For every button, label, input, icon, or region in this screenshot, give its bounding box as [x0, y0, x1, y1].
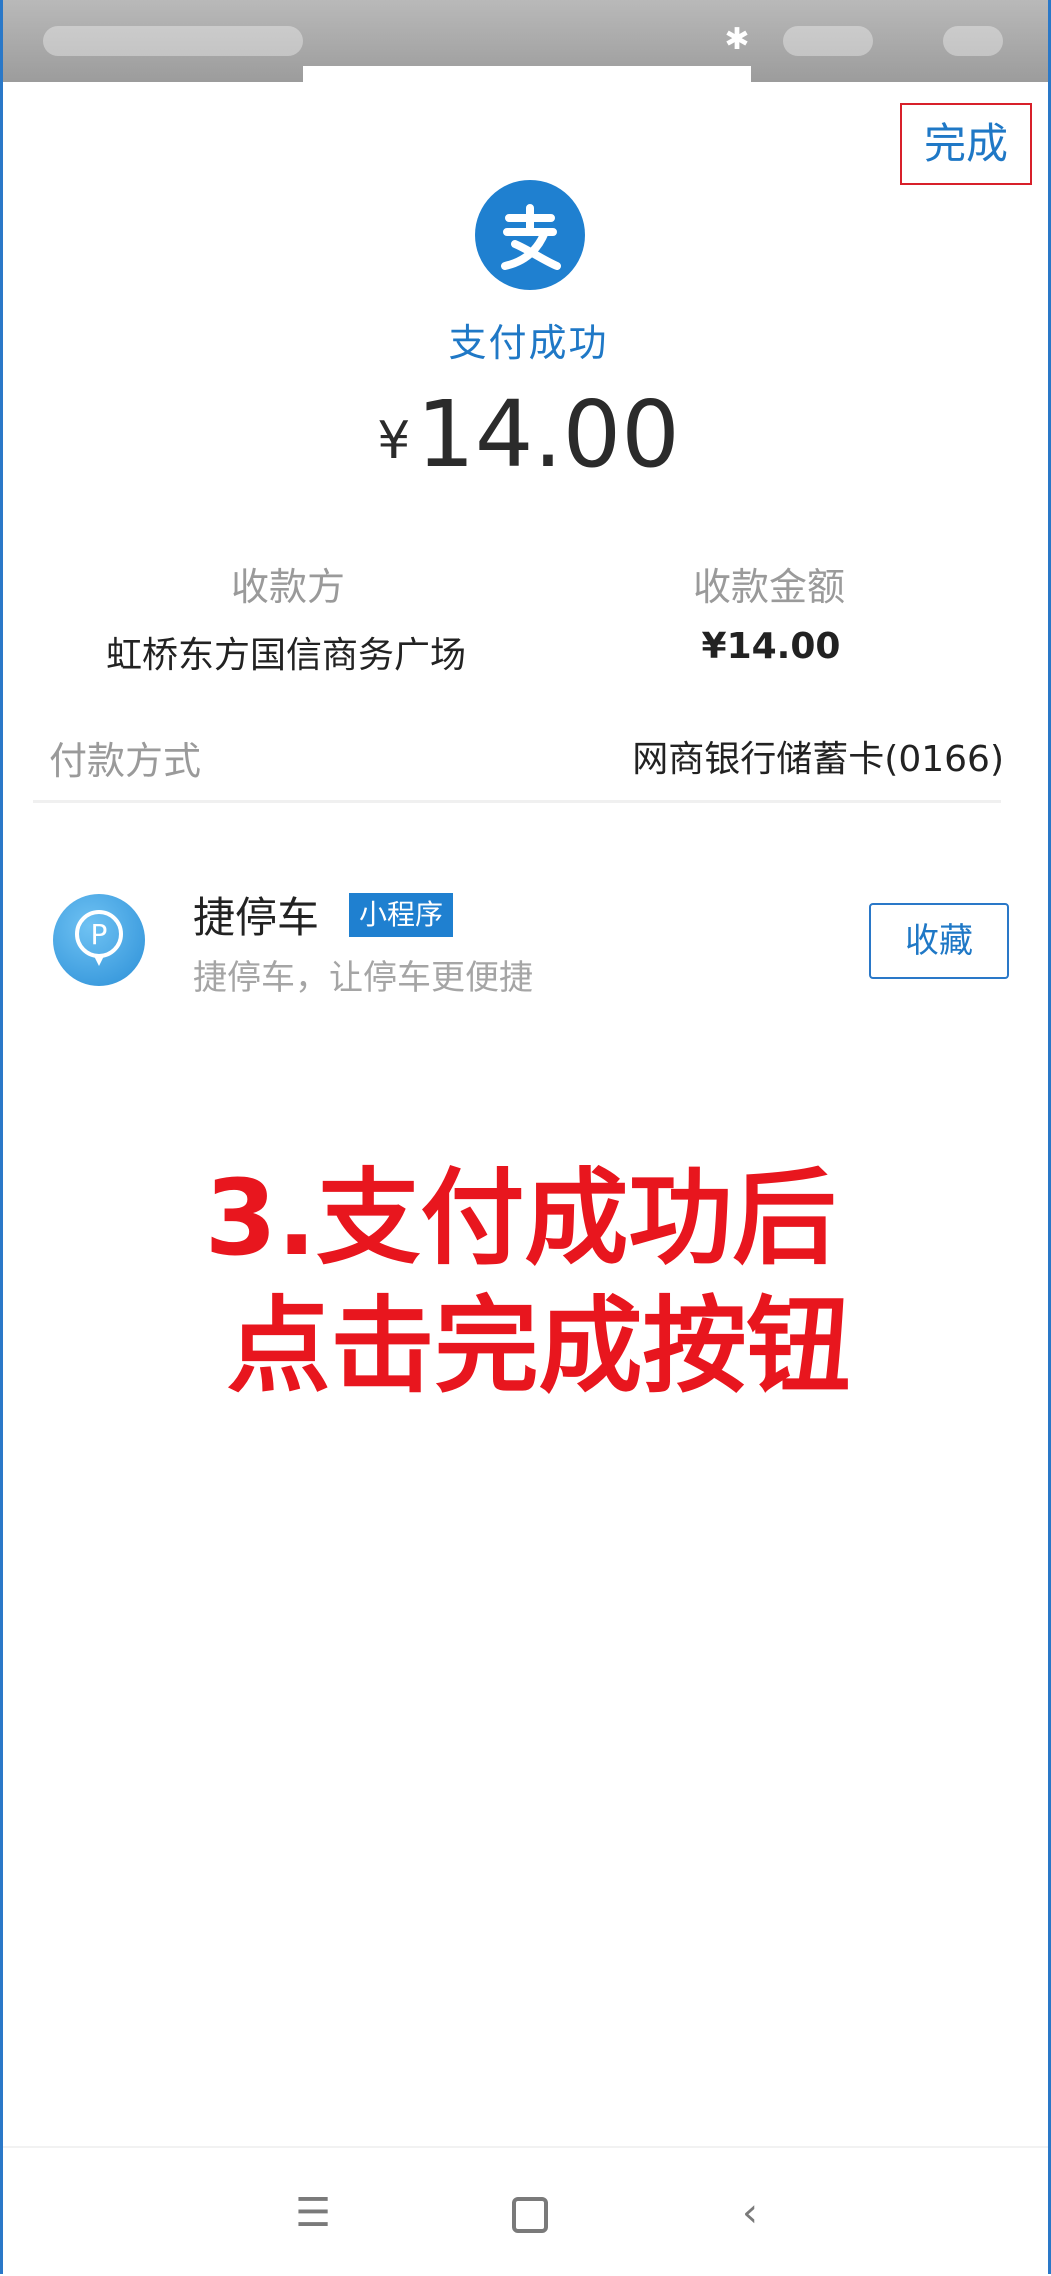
bluetooth-icon: ✱: [724, 22, 750, 57]
svg-text:P: P: [91, 918, 108, 951]
payment-status: 支付成功: [448, 321, 609, 365]
back-icon[interactable]: ‹: [715, 2178, 785, 2248]
received-amount-value: ¥14.00: [701, 626, 841, 667]
payee-value: 虹桥东方国信商务广场: [105, 635, 466, 676]
currency-symbol: ¥: [377, 410, 411, 471]
parking-icon[interactable]: P: [53, 894, 145, 986]
status-bar: ✱: [3, 0, 1048, 84]
amount-value: 14.00: [416, 381, 680, 488]
mini-program-description: 捷停车，让停车更便捷: [193, 958, 533, 998]
payment-method-label: 付款方式: [49, 739, 202, 783]
signal-icon: [783, 26, 873, 56]
payee-label: 收款方: [230, 565, 345, 609]
received-amount-label: 收款金额: [692, 565, 845, 609]
divider: [33, 800, 1001, 803]
favorite-button[interactable]: 收藏: [869, 903, 1009, 979]
navigation-bar: ☰ ‹: [3, 2146, 1048, 2276]
battery-icon: [943, 26, 1003, 56]
instruction-line-2: 点击完成按钮: [226, 1285, 851, 1407]
payment-amount: ¥14.00: [3, 380, 1051, 496]
home-icon[interactable]: [495, 2178, 565, 2248]
payment-method-value: 网商银行储蓄卡(0166): [632, 739, 1004, 780]
done-button[interactable]: 完成: [900, 103, 1032, 185]
status-bar-notch: [303, 66, 751, 84]
alipay-logo-icon: [475, 180, 585, 290]
mini-program-name[interactable]: 捷停车: [193, 884, 319, 945]
menu-icon[interactable]: ☰: [278, 2178, 348, 2248]
instruction-line-1: 3.支付成功后: [204, 1157, 837, 1279]
status-bar-blurred-info: [43, 26, 303, 56]
mini-program-badge: 小程序: [349, 893, 454, 937]
